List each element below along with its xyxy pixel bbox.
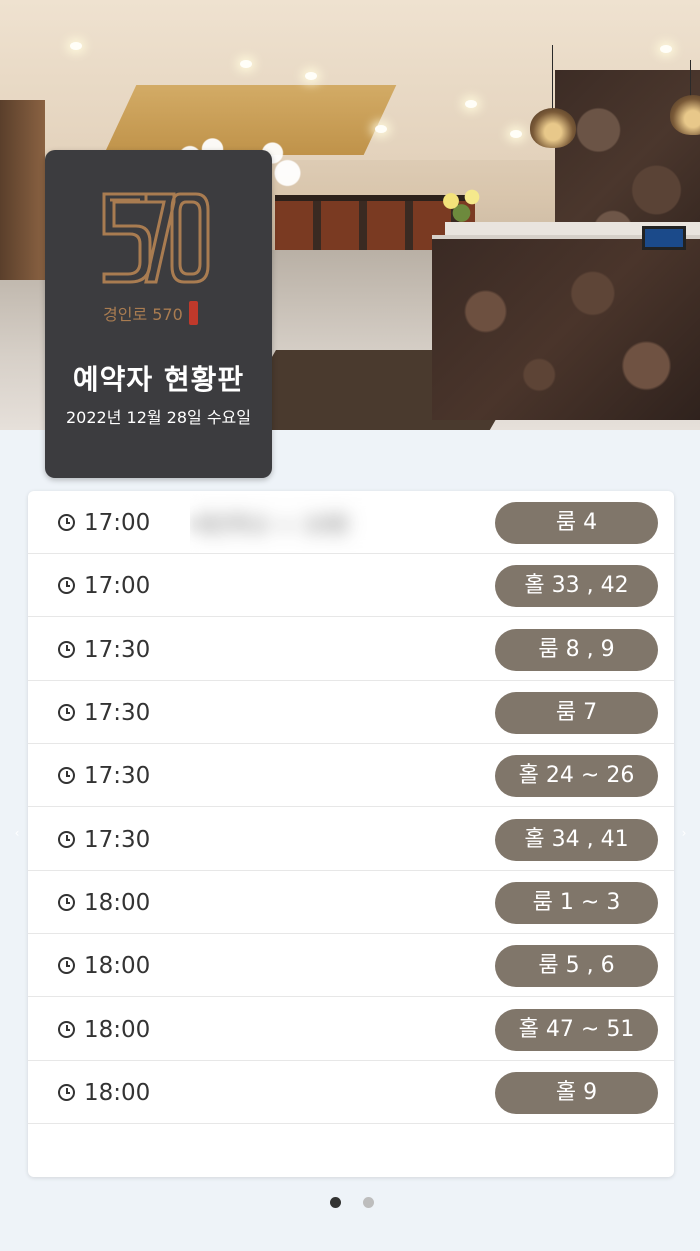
photo-pendant-wire (690, 60, 691, 100)
redaction-blur (190, 1064, 438, 1122)
redaction-blur (190, 1001, 438, 1059)
photo-monitor (642, 226, 686, 250)
booker-name-redacted (190, 1001, 438, 1059)
reservation-row: 18:00 홀 47 ~ 51 (28, 998, 674, 1061)
reservation-time: 18:00 (84, 1017, 151, 1043)
clock-icon (58, 767, 75, 784)
logo-caption: 경인로 570 (103, 300, 198, 326)
clock-icon (58, 577, 75, 594)
booker-name-redacted (190, 811, 438, 869)
booker-name-redacted (190, 874, 438, 932)
redaction-blur (190, 874, 438, 932)
reservation-row: 17:30 홀 24 ~ 26 (28, 744, 674, 807)
photo-pendant-lamp (530, 108, 576, 148)
clock-icon (58, 1084, 75, 1101)
photo-ceiling-light (305, 72, 317, 80)
booker-name-redacted (190, 557, 438, 615)
reservation-time: 17:30 (84, 637, 151, 663)
570-logo-mark (102, 192, 210, 284)
status-board-card: 경인로 570 예약자 현황판 2022년 12월 28일 수요일 (45, 150, 272, 478)
booker-name-redacted (190, 747, 438, 805)
reservation-list: 17:00 세인학교 ㅅ 10명 룸 4 17:00 홀 33 , 42 17:… (28, 491, 674, 1177)
redaction-blur (190, 811, 438, 869)
reservation-row: 18:00 룸 1 ~ 3 (28, 871, 674, 934)
photo-ceiling-light (240, 60, 252, 68)
room-badge: 룸 8 , 9 (495, 629, 658, 671)
reservation-row: 17:00 세인학교 ㅅ 10명 룸 4 (28, 491, 674, 554)
room-badge: 홀 9 (495, 1072, 658, 1114)
redaction-blur (190, 557, 438, 615)
photo-ceiling-light (70, 42, 82, 50)
clock-icon (58, 1021, 75, 1038)
logo-caption-text: 경인로 570 (103, 305, 183, 324)
room-badge: 룸 5 , 6 (495, 945, 658, 987)
reservation-time: 17:30 (84, 700, 151, 726)
photo-ceiling-light (510, 130, 522, 138)
booker-name-redacted: 세인학교 ㅅ 10명 (190, 494, 438, 552)
reservation-time: 18:00 (84, 953, 151, 979)
reservation-row: 17:30 홀 34 , 41 (28, 808, 674, 871)
photo-ceiling-light (375, 125, 387, 133)
reservation-time: 17:00 (84, 510, 151, 536)
reservation-time: 18:00 (84, 1080, 151, 1106)
clock-icon (58, 894, 75, 911)
photo-left-wall (0, 100, 45, 280)
reservation-time: 18:00 (84, 890, 151, 916)
carousel-dot-1[interactable] (330, 1197, 341, 1208)
room-badge: 룸 1 ~ 3 (495, 882, 658, 924)
clock-icon (58, 831, 75, 848)
reservation-time: 17:30 (84, 827, 151, 853)
room-badge: 룸 4 (495, 502, 658, 544)
room-badge: 홀 24 ~ 26 (495, 755, 658, 797)
reservation-time: 17:00 (84, 573, 151, 599)
redaction-blur (190, 684, 438, 742)
redaction-blur (190, 494, 438, 552)
redaction-blur (190, 937, 438, 995)
reservation-row: 17:00 홀 33 , 42 (28, 554, 674, 617)
photo-orchid (430, 185, 500, 225)
redaction-blur (190, 621, 438, 679)
red-seal-icon (188, 301, 198, 325)
booker-name-redacted (190, 937, 438, 995)
photo-ceiling-light (660, 45, 672, 53)
reservation-row: 18:00 홀 9 (28, 1061, 674, 1124)
reservation-row: 18:00 룸 5 , 6 (28, 934, 674, 997)
room-badge: 홀 33 , 42 (495, 565, 658, 607)
booker-name-redacted (190, 621, 438, 679)
room-badge: 홀 47 ~ 51 (495, 1009, 658, 1051)
chevron-right-icon[interactable]: › (678, 826, 690, 840)
clock-icon (58, 957, 75, 974)
clock-icon (58, 704, 75, 721)
reservation-row: 17:30 룸 7 (28, 681, 674, 744)
room-badge: 룸 7 (495, 692, 658, 734)
carousel-dot-2[interactable] (363, 1197, 374, 1208)
chevron-left-icon[interactable]: ‹ (11, 826, 23, 840)
reservation-time: 17:30 (84, 763, 151, 789)
photo-reception-counter (432, 235, 700, 420)
redaction-blur (190, 747, 438, 805)
board-date: 2022년 12월 28일 수요일 (65, 408, 251, 427)
room-badge: 홀 34 , 41 (495, 819, 658, 861)
booker-name-redacted (190, 1064, 438, 1122)
clock-icon (58, 641, 75, 658)
page-title: 예약자 현황판 (72, 363, 245, 396)
clock-icon (58, 514, 75, 531)
reservation-row: 17:30 룸 8 , 9 (28, 618, 674, 681)
photo-ceiling-light (465, 100, 477, 108)
carousel-pagination (330, 1197, 374, 1208)
booker-name-redacted (190, 684, 438, 742)
photo-pendant-wire (552, 45, 553, 115)
